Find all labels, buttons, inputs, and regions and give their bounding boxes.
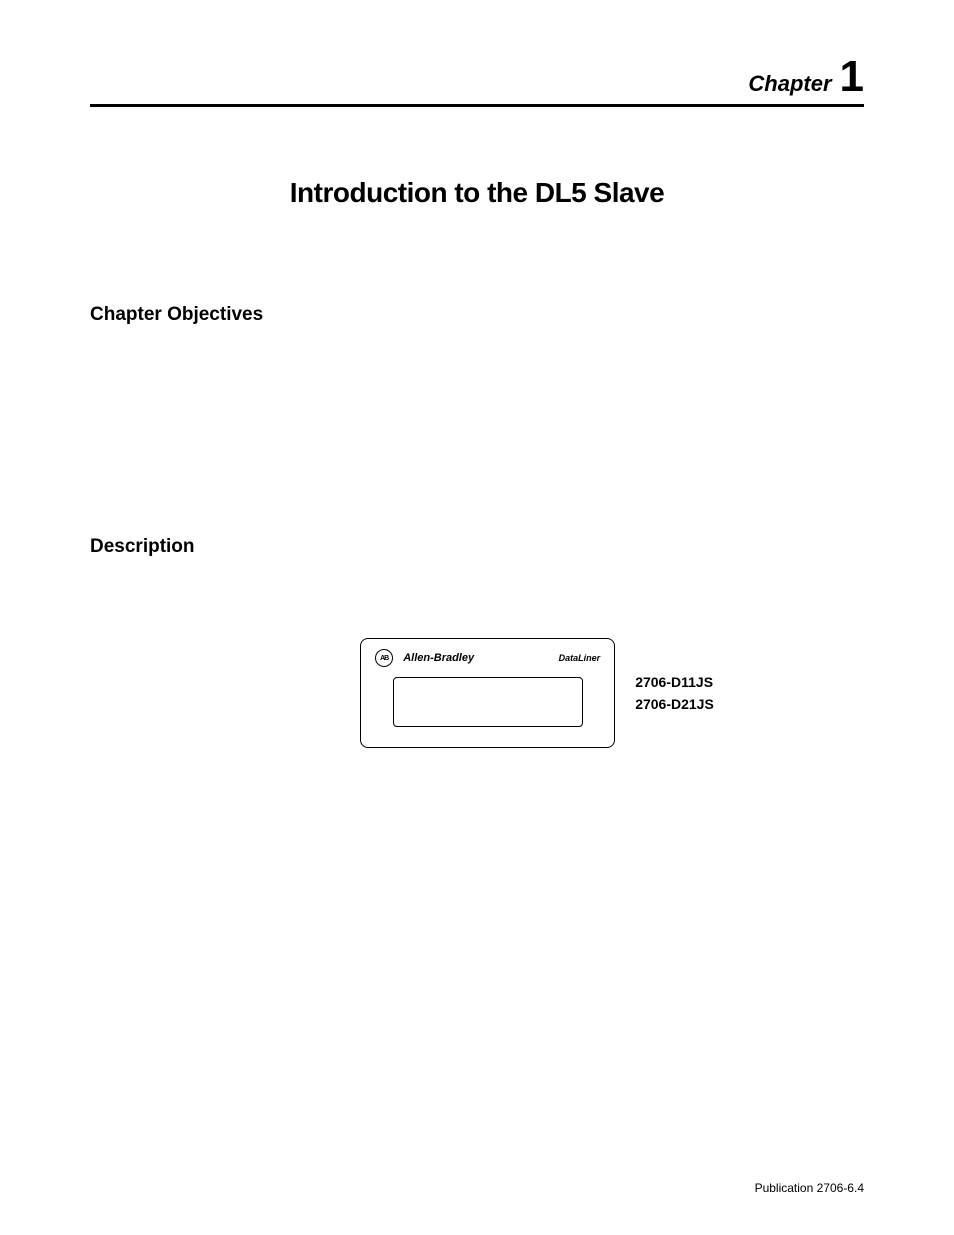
- ab-logo-icon: AB: [375, 649, 393, 667]
- device-header: AB Allen-Bradley DataLiner: [375, 649, 600, 667]
- display-window: [393, 677, 583, 727]
- section-description-heading: Description: [90, 536, 864, 558]
- model-numbers-list: 2706-D11JS 2706-D21JS: [635, 674, 714, 712]
- section-objectives-heading: Chapter Objectives: [90, 304, 864, 326]
- device-box: AB Allen-Bradley DataLiner: [360, 638, 615, 748]
- footer-publication: Publication 2706-6.4: [755, 1181, 864, 1195]
- model-number: 2706-D21JS: [635, 696, 714, 712]
- page-title: Introduction to the DL5 Slave: [90, 177, 864, 209]
- chapter-label: Chapter: [748, 71, 831, 97]
- brand-text: Allen-Bradley: [403, 652, 474, 664]
- model-number: 2706-D11JS: [635, 674, 714, 690]
- logo-group: AB Allen-Bradley: [375, 649, 474, 667]
- chapter-number: 1: [840, 55, 864, 99]
- document-page: Chapter 1 Introduction to the DL5 Slave …: [0, 0, 954, 1235]
- product-line-text: DataLiner: [559, 653, 601, 663]
- device-figure: AB Allen-Bradley DataLiner 2706-D11JS 27…: [210, 638, 864, 748]
- chapter-header: Chapter 1: [90, 55, 864, 107]
